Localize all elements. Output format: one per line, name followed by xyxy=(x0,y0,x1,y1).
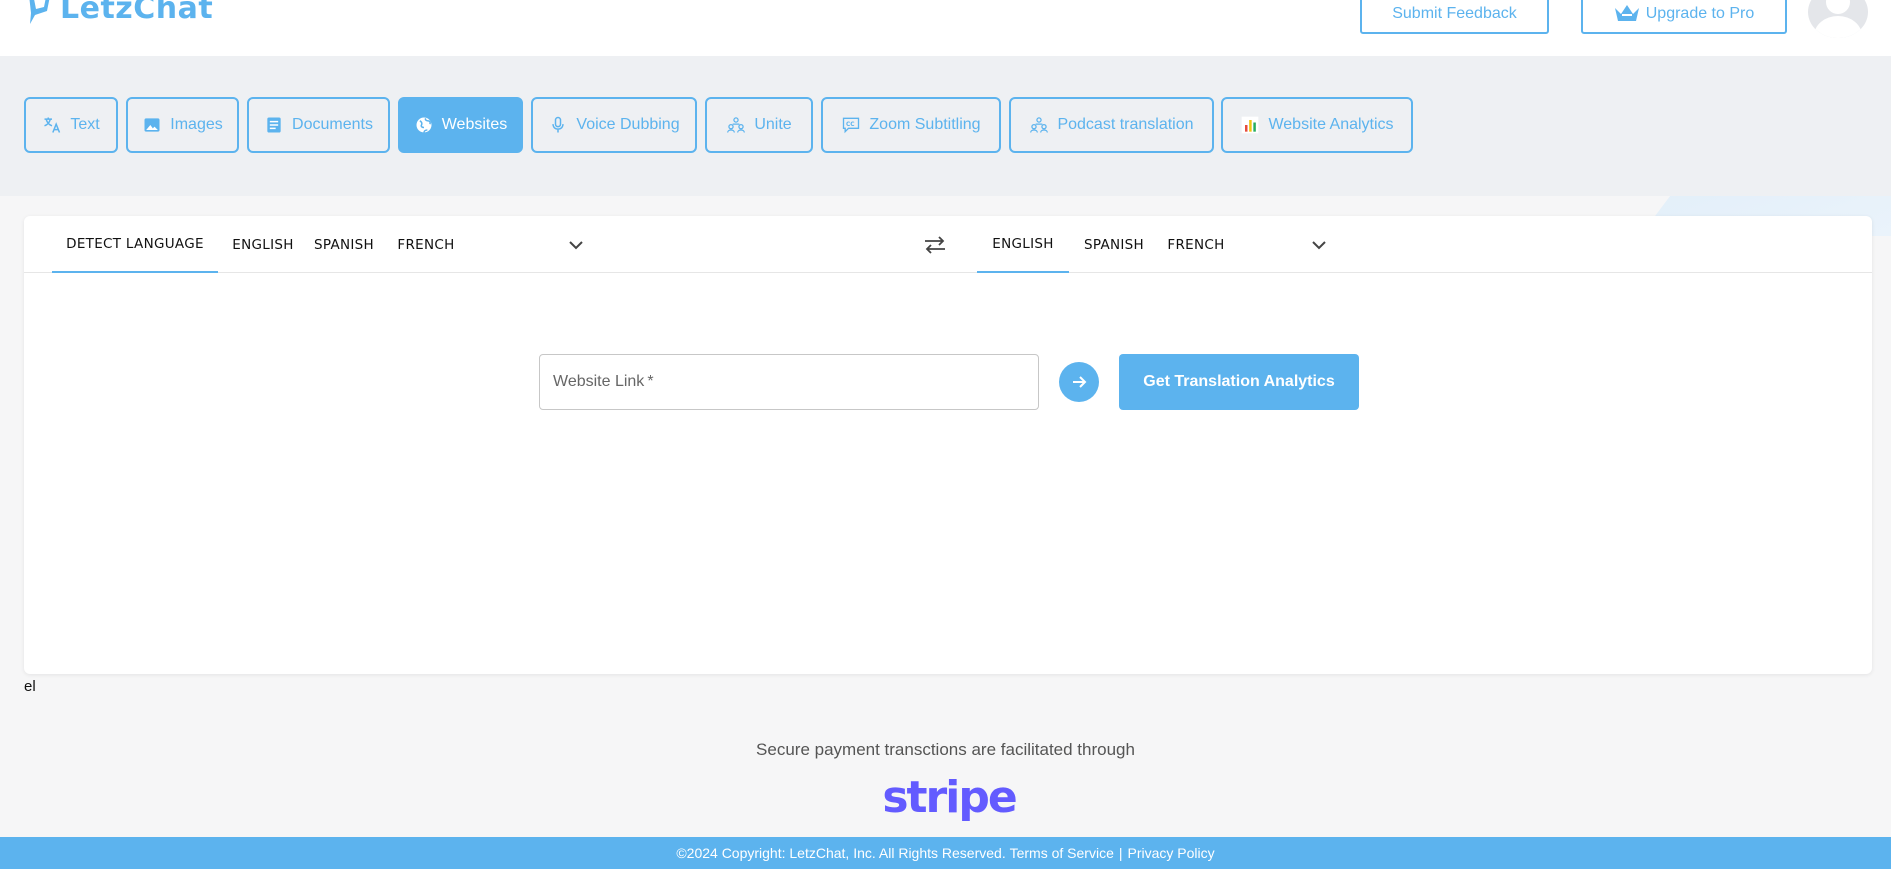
tab-unite-label: Unite xyxy=(754,116,792,133)
arrow-right-icon xyxy=(1073,376,1087,388)
cc-icon: CC xyxy=(843,117,860,134)
target-lang-spanish[interactable]: SPANISH xyxy=(1074,216,1154,273)
terms-of-service-link[interactable]: Terms of Service xyxy=(1010,845,1114,861)
translation-card: DETECT LANGUAGE ENGLISH SPANISH FRENCH E… xyxy=(24,216,1872,674)
tab-voice-dubbing-label: Voice Dubbing xyxy=(576,116,680,133)
tab-podcast-translation[interactable]: Podcast translation xyxy=(1009,97,1214,153)
chevron-down-icon[interactable] xyxy=(1307,233,1331,257)
language-bar: DETECT LANGUAGE ENGLISH SPANISH FRENCH E… xyxy=(24,216,1872,273)
stripe-logo: stripe xyxy=(882,771,1017,823)
tab-website-analytics-label: Website Analytics xyxy=(1268,116,1394,133)
source-lang-spanish[interactable]: SPANISH xyxy=(304,216,384,273)
footer: ©2024 Copyright: LetzChat, Inc. All Righ… xyxy=(0,837,1891,869)
image-icon xyxy=(144,118,160,132)
swap-languages-icon[interactable] xyxy=(922,233,948,257)
tab-documents[interactable]: Documents xyxy=(247,97,390,153)
footer-separator: | xyxy=(1118,845,1123,861)
logo-text: LetzChat xyxy=(60,0,214,26)
website-link-input[interactable]: Website Link * xyxy=(539,354,1039,410)
svg-text:CC: CC xyxy=(846,122,855,128)
tab-unite[interactable]: Unite xyxy=(705,97,813,153)
source-lang-spanish-label: SPANISH xyxy=(314,236,374,253)
tab-websites[interactable]: Websites xyxy=(398,97,523,153)
chevron-down-icon[interactable] xyxy=(564,233,588,257)
source-lang-english-label: ENGLISH xyxy=(232,236,294,253)
submit-feedback-button[interactable]: Submit Feedback xyxy=(1360,0,1549,34)
source-lang-english[interactable]: ENGLISH xyxy=(224,216,302,273)
top-header: LetzChat Submit Feedback Upgrade to Pro xyxy=(0,0,1891,56)
source-lang-detect[interactable]: DETECT LANGUAGE xyxy=(52,216,218,273)
secure-payment-text: Secure payment transctions are facilitat… xyxy=(756,740,1135,759)
target-lang-french[interactable]: FRENCH xyxy=(1156,216,1236,273)
tab-zoom-subtitling[interactable]: CC Zoom Subtitling xyxy=(821,97,1001,153)
submit-link-button[interactable] xyxy=(1059,362,1099,402)
tab-text-label: Text xyxy=(70,116,100,133)
globe-icon xyxy=(416,117,432,133)
get-translation-analytics-label: Get Translation Analytics xyxy=(1143,373,1335,390)
upgrade-label: Upgrade to Pro xyxy=(1645,5,1755,22)
required-mark: * xyxy=(647,373,654,390)
source-lang-detect-label: DETECT LANGUAGE xyxy=(66,235,204,252)
get-translation-analytics-button[interactable]: Get Translation Analytics xyxy=(1119,354,1359,410)
source-lang-french-label: FRENCH xyxy=(397,236,455,253)
upgrade-to-pro-button[interactable]: Upgrade to Pro xyxy=(1581,0,1787,34)
tab-website-analytics[interactable]: Website Analytics xyxy=(1221,97,1413,153)
target-lang-english[interactable]: ENGLISH xyxy=(977,216,1069,273)
submit-feedback-label: Submit Feedback xyxy=(1392,5,1517,22)
people-icon xyxy=(1030,117,1049,133)
microphone-icon xyxy=(552,116,565,133)
tab-zoom-subtitling-label: Zoom Subtitling xyxy=(869,116,981,133)
tab-podcast-translation-label: Podcast translation xyxy=(1057,116,1194,133)
stray-text: el xyxy=(24,678,36,695)
source-lang-french[interactable]: FRENCH xyxy=(386,216,466,273)
target-lang-english-label: ENGLISH xyxy=(992,235,1054,252)
user-avatar[interactable] xyxy=(1808,0,1868,38)
tab-text[interactable]: Text xyxy=(24,97,118,153)
people-icon xyxy=(727,117,746,133)
crown-icon xyxy=(1614,5,1639,21)
tab-voice-dubbing[interactable]: Voice Dubbing xyxy=(531,97,697,153)
target-lang-french-label: FRENCH xyxy=(1167,236,1225,253)
feature-tabs: Text Images Documents Websites Voice Dub… xyxy=(0,56,1891,196)
website-link-placeholder: Website Link xyxy=(553,373,645,390)
bar-chart-icon xyxy=(1242,116,1259,134)
tab-documents-label: Documents xyxy=(292,116,373,133)
document-icon xyxy=(267,117,281,133)
target-lang-spanish-label: SPANISH xyxy=(1084,236,1144,253)
translate-icon xyxy=(44,117,61,133)
tab-images-label: Images xyxy=(170,116,223,133)
privacy-policy-link[interactable]: Privacy Policy xyxy=(1128,845,1215,861)
letzchat-logo[interactable]: LetzChat xyxy=(26,0,213,28)
tab-images[interactable]: Images xyxy=(126,97,239,153)
copyright-text: ©2024 Copyright: LetzChat, Inc. All Righ… xyxy=(676,845,1006,861)
logo-icon xyxy=(29,0,50,24)
tab-websites-label: Websites xyxy=(441,116,508,133)
